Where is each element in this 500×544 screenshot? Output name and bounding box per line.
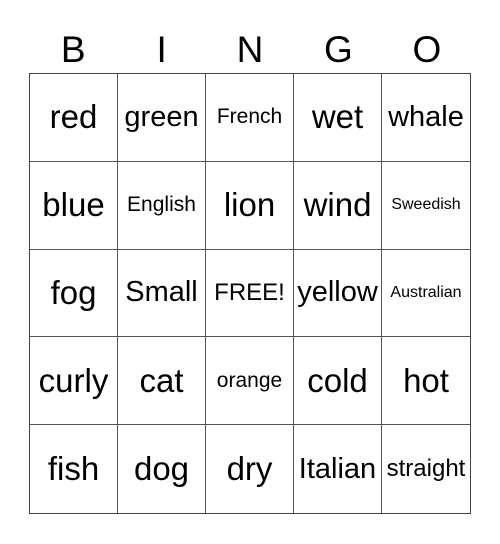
bingo-cell[interactable]: wind <box>294 161 382 250</box>
bingo-cell[interactable]: blue <box>30 161 118 250</box>
header-letter-b: B <box>60 29 86 70</box>
bingo-cell[interactable]: Italian <box>294 425 382 513</box>
bingo-cell[interactable]: dry <box>206 425 294 513</box>
bingo-cell[interactable]: dog <box>118 425 206 513</box>
bingo-cell[interactable]: Australian <box>382 250 470 338</box>
bingo-cell[interactable]: Small <box>118 249 206 338</box>
header-letter-n: N <box>236 29 264 70</box>
bingo-cell[interactable]: fish <box>30 425 118 513</box>
bingo-cell[interactable]: red <box>30 74 118 162</box>
bingo-cell[interactable]: wet <box>294 74 382 162</box>
bingo-header: B I N G O <box>29 28 471 72</box>
bingo-cell[interactable]: yellow <box>294 249 382 338</box>
bingo-cell[interactable]: lion <box>206 161 294 250</box>
bingo-card-grid: red green French wet whale blue English lion win… <box>29 73 471 514</box>
bingo-cell[interactable]: straight <box>382 425 470 513</box>
bingo-cell[interactable]: cat <box>118 337 206 426</box>
bingo-cell[interactable]: English <box>118 161 206 250</box>
bingo-cell[interactable]: fog <box>30 249 118 338</box>
bingo-cell[interactable]: green <box>118 74 206 162</box>
bingo-cell[interactable]: cold <box>294 337 382 426</box>
bingo-cell[interactable]: whale <box>382 74 470 162</box>
header-letter-i: I <box>156 29 167 70</box>
bingo-cell[interactable]: curly <box>30 337 118 426</box>
header-letter-o: O <box>412 29 442 70</box>
bingo-cell[interactable]: Sweedish <box>382 162 470 250</box>
free-space-cell[interactable]: FREE! <box>206 249 294 338</box>
bingo-cell[interactable]: hot <box>382 337 470 426</box>
bingo-cell[interactable]: French <box>206 74 294 162</box>
header-letter-g: G <box>324 29 353 70</box>
bingo-cell[interactable]: orange <box>206 337 294 426</box>
